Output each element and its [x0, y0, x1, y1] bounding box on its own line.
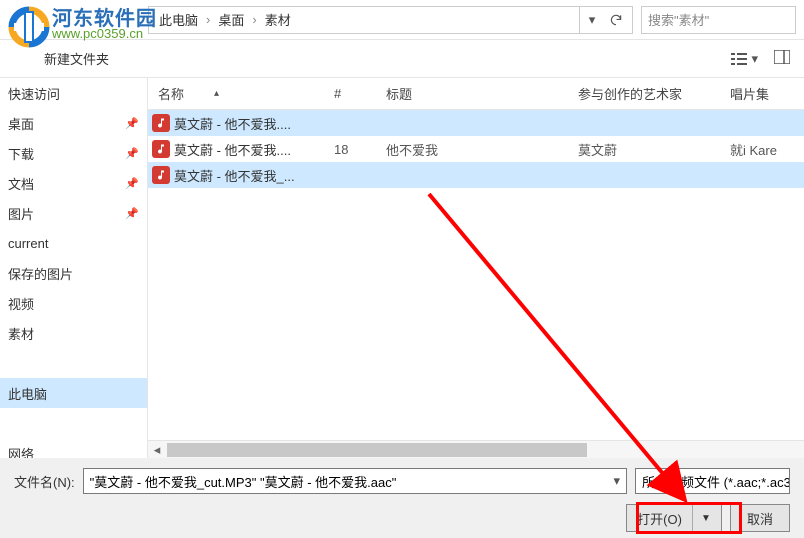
open-button[interactable]: 打开(O) ▼ [626, 504, 722, 532]
pin-icon: 📌 [125, 207, 139, 220]
file-name: 莫文蔚 - 他不爱我.... [174, 114, 334, 133]
watermark-logo [8, 6, 50, 48]
filename-label: 文件名(N): [14, 472, 75, 491]
sort-asc-icon: ▴ [214, 88, 219, 99]
sidebar-spacer [0, 408, 147, 438]
file-list-area: 名称▴ # 标题 参与创作的艺术家 唱片集 莫文蔚 - 他不爱我.... 莫文蔚… [148, 78, 804, 458]
pin-icon: 📌 [125, 117, 139, 130]
file-name: 莫文蔚 - 他不爱我_... [174, 166, 334, 185]
breadcrumb[interactable]: 此电脑 › 桌面 › 素材 ▾ [148, 6, 633, 34]
breadcrumb-segment[interactable]: 此电脑 [153, 10, 204, 29]
breadcrumb-segment[interactable]: 桌面 [212, 10, 250, 29]
preview-pane-button[interactable] [774, 50, 790, 67]
view-mode-button[interactable]: ▾ [731, 51, 758, 67]
search-placeholder: 搜索"素材" [648, 10, 709, 29]
search-input[interactable]: 搜索"素材" [641, 6, 796, 34]
file-row[interactable]: 莫文蔚 - 他不爱我.... 18 他不爱我 莫文蔚 就i Kare [148, 136, 804, 162]
sidebar-item-pictures[interactable]: 图片📌 [0, 198, 147, 228]
file-row[interactable]: 莫文蔚 - 他不爱我.... [148, 110, 804, 136]
music-file-icon [148, 166, 174, 184]
sidebar-item-network[interactable]: 网络 [0, 438, 147, 458]
scroll-left-icon[interactable]: ◂ [148, 442, 166, 458]
file-rows: 莫文蔚 - 他不爱我.... 莫文蔚 - 他不爱我.... 18 他不爱我 莫文… [148, 110, 804, 440]
toolbar: 新建文件夹 ▾ [0, 40, 804, 78]
chevron-right-icon[interactable]: › [250, 12, 258, 27]
chevron-down-icon[interactable]: ▼ [692, 505, 711, 531]
main-area: 快速访问 桌面📌 下载📌 文档📌 图片📌 current 保存的图片 视频 素材… [0, 78, 804, 458]
sidebar: 快速访问 桌面📌 下载📌 文档📌 图片📌 current 保存的图片 视频 素材… [0, 78, 148, 458]
watermark-url: www.pc0359.cn [52, 26, 143, 41]
chevron-right-icon[interactable]: › [204, 12, 212, 27]
filename-value: "莫文蔚 - 他不爱我_cut.MP3" "莫文蔚 - 他不爱我.aac" [90, 472, 397, 491]
column-artist[interactable]: 参与创作的艺术家 [578, 84, 730, 103]
file-row[interactable]: 莫文蔚 - 他不爱我_... [148, 162, 804, 188]
sidebar-item-videos[interactable]: 视频 [0, 288, 147, 318]
column-number[interactable]: # [334, 86, 386, 101]
column-album[interactable]: 唱片集 [730, 84, 804, 103]
file-type-filter[interactable]: 所有音频文件 (*.aac;*.ac3; [635, 468, 790, 494]
file-artist: 莫文蔚 [578, 140, 730, 159]
sidebar-item-saved-pictures[interactable]: 保存的图片 [0, 258, 147, 288]
file-album: 就i Kare [730, 140, 804, 159]
new-folder-button[interactable]: 新建文件夹 [44, 49, 109, 68]
column-headers: 名称▴ # 标题 参与创作的艺术家 唱片集 [148, 78, 804, 110]
horizontal-scrollbar[interactable]: ◂ [148, 440, 804, 458]
chevron-down-icon[interactable]: ▾ [613, 473, 620, 489]
filter-value: 所有音频文件 (*.aac;*.ac3; [642, 472, 790, 491]
file-track-num: 18 [334, 142, 386, 157]
pin-icon: 📌 [125, 147, 139, 160]
sidebar-item-material[interactable]: 素材 [0, 318, 147, 348]
column-title[interactable]: 标题 [386, 84, 578, 103]
cancel-button[interactable]: 取消 [730, 504, 790, 532]
scrollbar-thumb[interactable] [167, 443, 587, 457]
sidebar-item-this-pc[interactable]: 此电脑 [0, 378, 147, 408]
sidebar-spacer [0, 348, 147, 378]
sidebar-item-current[interactable]: current [0, 228, 147, 258]
music-file-icon [148, 140, 174, 158]
refresh-icon[interactable] [604, 7, 628, 33]
sidebar-item-quick-access[interactable]: 快速访问 [0, 78, 147, 108]
dialog-bottom: 文件名(N): "莫文蔚 - 他不爱我_cut.MP3" "莫文蔚 - 他不爱我… [0, 458, 804, 538]
file-title: 他不爱我 [386, 140, 578, 159]
chevron-down-icon: ▾ [751, 51, 758, 67]
breadcrumb-segment[interactable]: 素材 [259, 10, 297, 29]
sidebar-item-desktop[interactable]: 桌面📌 [0, 108, 147, 138]
filename-input[interactable]: "莫文蔚 - 他不爱我_cut.MP3" "莫文蔚 - 他不爱我.aac" ▾ [83, 468, 627, 494]
column-name[interactable]: 名称▴ [148, 84, 334, 103]
sidebar-item-downloads[interactable]: 下载📌 [0, 138, 147, 168]
file-name: 莫文蔚 - 他不爱我.... [174, 140, 334, 159]
music-file-icon [148, 114, 174, 132]
breadcrumb-dropdown-icon[interactable]: ▾ [580, 7, 604, 33]
sidebar-item-documents[interactable]: 文档📌 [0, 168, 147, 198]
pin-icon: 📌 [125, 177, 139, 190]
